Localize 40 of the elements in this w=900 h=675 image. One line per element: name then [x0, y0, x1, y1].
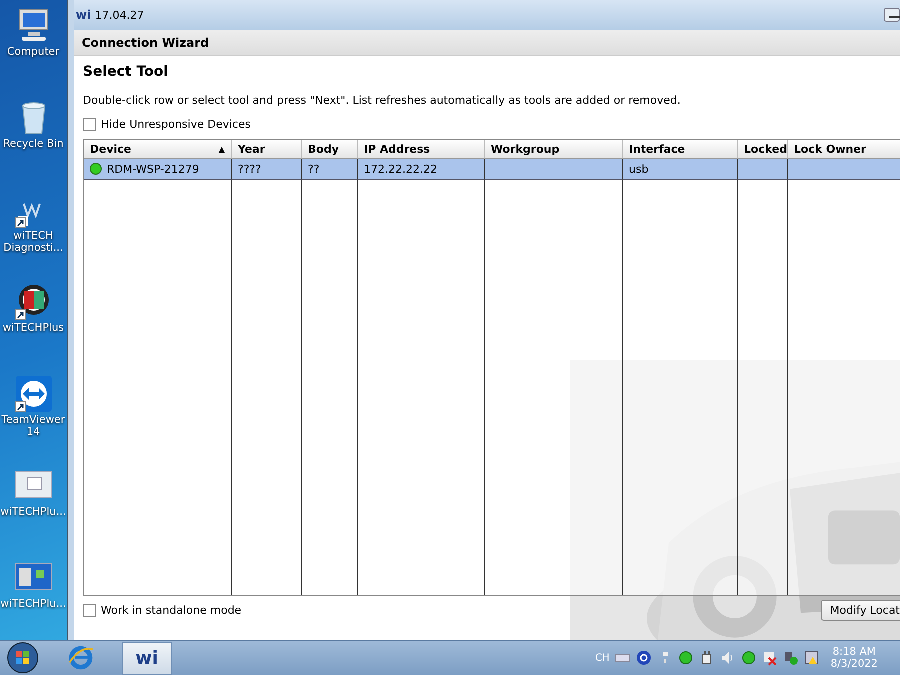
column-header[interactable]: Lock Owner — [788, 140, 900, 159]
status-circle-icon[interactable] — [740, 650, 757, 666]
checkbox[interactable] — [83, 604, 96, 617]
desktop-icon-label[interactable]: wiTECH Diagnosti... — [2, 230, 66, 254]
minimize-icon[interactable] — [884, 8, 900, 22]
column-header[interactable]: Device ▲ — [84, 140, 232, 159]
column-header[interactable]: IP Address — [358, 140, 485, 159]
table-cell: ???? — [238, 162, 262, 176]
wizard-title: Connection Wizard — [82, 36, 210, 50]
desktop-icon-label[interactable]: TeamViewer 14 — [2, 414, 66, 438]
checkbox-label[interactable]: Hide Unresponsive Devices — [101, 118, 251, 131]
device-check-icon[interactable] — [782, 650, 799, 666]
desktop-icon-label[interactable]: wiTECHPlus — [2, 322, 64, 334]
help-icon[interactable] — [636, 650, 652, 666]
start-orb-icon[interactable] — [6, 641, 40, 675]
instructions-text: Double-click row or select tool and press "Next". List refreshes automatically as tools are added or removed. — [83, 94, 682, 107]
flag-icon[interactable] — [762, 650, 778, 666]
column-header[interactable]: Year — [232, 140, 302, 159]
table-cell: RDM-WSP-21279 — [107, 162, 200, 176]
table-cell: ?? — [308, 162, 320, 176]
window-title: 17.04.27 — [95, 8, 144, 22]
app-logo: wi — [76, 8, 92, 22]
table-cell: usb — [629, 162, 649, 176]
table-row[interactable]: RDM-WSP-21279 ???? ?? 172.22.22.22 usb — [84, 159, 900, 180]
desktop-icon-label[interactable]: Recycle Bin — [3, 138, 64, 150]
desktop-icon-label[interactable]: Computer — [7, 46, 60, 58]
column-header[interactable]: Interface — [623, 140, 738, 159]
status-circle-icon[interactable] — [678, 650, 694, 666]
taskbar-button[interactable]: wi — [122, 642, 172, 674]
table-cell: 172.22.22.22 — [364, 162, 438, 176]
column-header[interactable]: Workgroup — [485, 140, 623, 159]
column-header[interactable]: Body — [302, 140, 358, 159]
column-header[interactable]: Locked — [738, 140, 788, 159]
checkbox[interactable] — [83, 118, 96, 131]
sort-arrow-icon: ▲ — [218, 144, 225, 154]
page-heading: Select Tool — [83, 64, 170, 80]
warning-tool-icon[interactable] — [804, 650, 820, 666]
globe-e-icon — [67, 644, 95, 672]
modify-location-button[interactable]: Modify Locat — [821, 600, 900, 621]
checkbox-label[interactable]: Work in standalone mode — [101, 604, 242, 617]
